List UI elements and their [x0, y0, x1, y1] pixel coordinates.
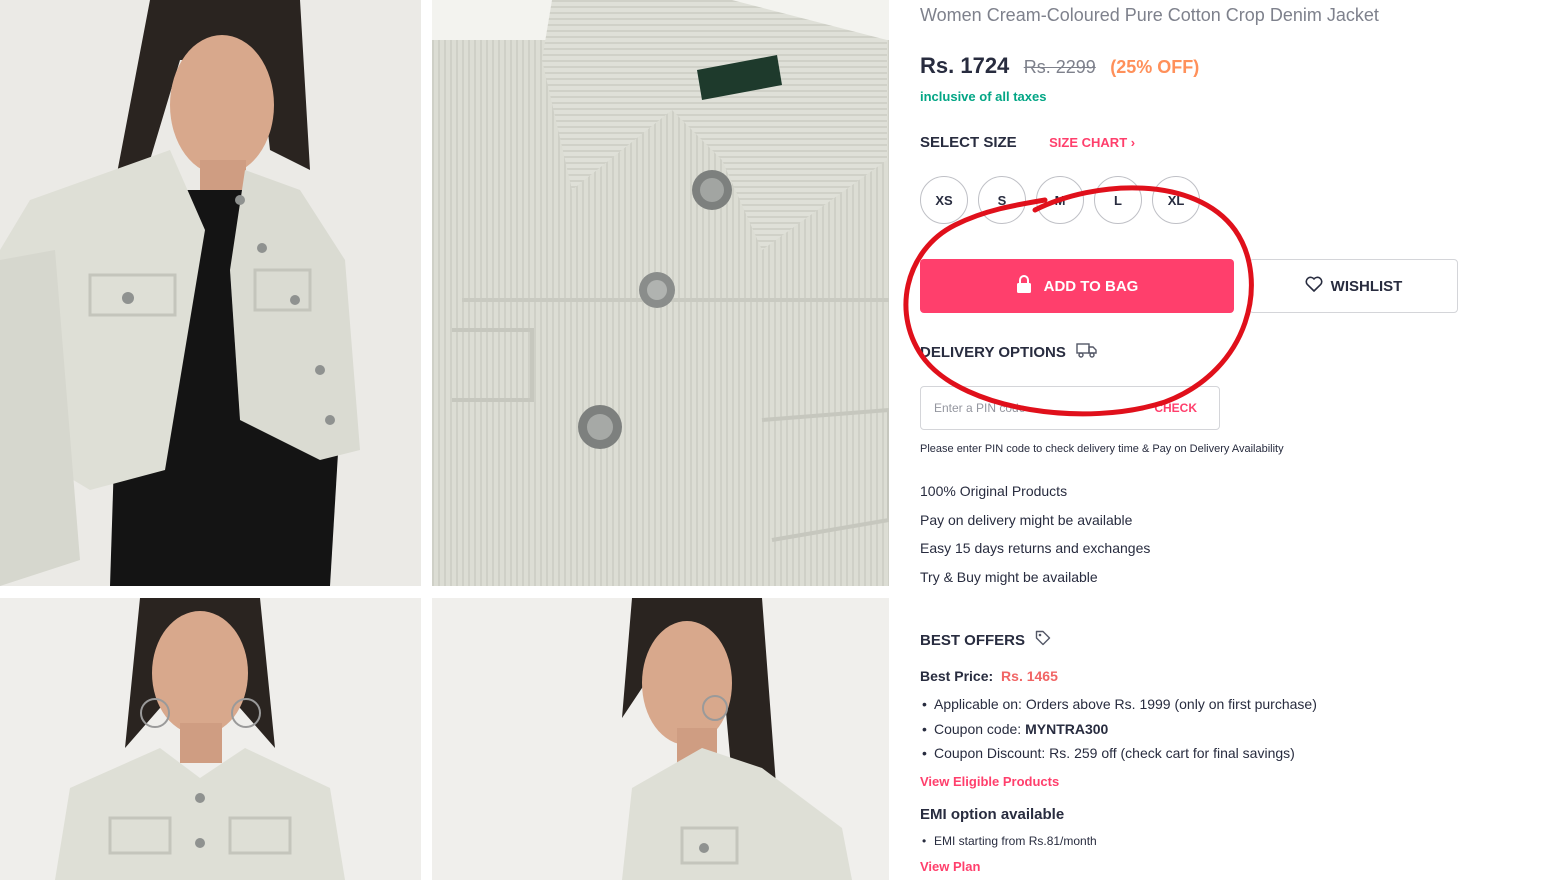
product-image-model-front[interactable] [0, 0, 421, 586]
select-size-label: SELECT SIZE [920, 134, 1017, 151]
size-button-l[interactable]: L [1094, 176, 1142, 224]
tax-note: inclusive of all taxes [920, 89, 1047, 104]
offer-coupon-discount: Coupon Discount: Rs. 259 off (check cart… [920, 744, 1317, 769]
chevron-right-icon: › [1130, 135, 1136, 150]
size-button-xs[interactable]: XS [920, 176, 968, 224]
pincode-input[interactable] [934, 401, 1134, 415]
mrp-price: Rs. 2299 [1023, 57, 1096, 77]
product-page: Women Cream-Coloured Pure Cotton Crop De… [0, 0, 1566, 880]
truck-icon [1076, 342, 1098, 363]
coupon-code: MYNTRA300 [1025, 720, 1109, 737]
offer-coupon: Coupon code: MYNTRA300 [920, 720, 1317, 745]
add-to-bag-label: ADD TO BAG [1043, 277, 1139, 295]
lock-icon [1016, 275, 1032, 297]
offer-details: Applicable on: Orders above Rs. 1999 (on… [920, 695, 1317, 769]
check-pincode-button[interactable]: CHECK [1154, 401, 1197, 415]
feature-item: 100% Original Products [920, 483, 1068, 499]
heart-icon [1305, 276, 1323, 296]
emi-detail: EMI starting from Rs.81/month [920, 834, 1097, 848]
size-chart-label: SIZE CHART [1049, 135, 1128, 150]
size-button-xl[interactable]: XL [1152, 176, 1200, 224]
size-chart-link[interactable]: SIZE CHART › [1049, 135, 1135, 150]
feature-item: Easy 15 days returns and exchanges [920, 540, 1151, 556]
discount-percent: (25% OFF) [1110, 57, 1200, 77]
tag-icon [1035, 630, 1051, 651]
view-plan-link[interactable]: View Plan [920, 859, 980, 874]
best-price-value: Rs. 1465 [1001, 668, 1058, 684]
product-title: Women Cream-Coloured Pure Cotton Crop De… [920, 5, 1379, 25]
pincode-box: CHECK [920, 386, 1220, 430]
feature-item: Pay on delivery might be available [920, 511, 1133, 528]
product-image-model-side[interactable] [432, 598, 889, 880]
best-price: Best Price: Rs. 1465 [920, 668, 1058, 684]
best-offers-label: BEST OFFERS [920, 632, 1026, 649]
view-eligible-products-link[interactable]: View Eligible Products [920, 774, 1059, 789]
price-row: Rs. 1724 Rs. 2299 (25% OFF) [920, 53, 1199, 79]
feature-list: 100% Original Products Pay on delivery m… [920, 481, 1150, 595]
selling-price: Rs. 1724 [920, 53, 1010, 78]
best-price-label: Best Price: [920, 668, 994, 684]
wishlist-button[interactable]: WISHLIST [1249, 259, 1458, 313]
wishlist-label: WISHLIST [1330, 277, 1403, 295]
size-button-s[interactable]: S [978, 176, 1026, 224]
delivery-options-header: DELIVERY OPTIONS [920, 342, 1098, 363]
feature-item: Try & Buy might be available [920, 568, 1098, 585]
pincode-note: Please enter PIN code to check delivery … [920, 443, 1284, 455]
product-image-model-front-2[interactable] [0, 598, 421, 880]
delivery-options-label: DELIVERY OPTIONS [920, 344, 1066, 361]
emi-details: EMI starting from Rs.81/month [920, 834, 1097, 848]
add-to-bag-button[interactable]: ADD TO BAG [920, 259, 1234, 313]
best-offers-header: BEST OFFERS [920, 630, 1051, 651]
offer-applicable: Applicable on: Orders above Rs. 1999 (on… [920, 695, 1317, 720]
emi-header: EMI option available [920, 806, 1065, 823]
coupon-code-label: Coupon code: [934, 720, 1022, 737]
size-header: SELECT SIZE SIZE CHART › [920, 134, 1135, 152]
product-image-collar-closeup[interactable] [432, 0, 889, 586]
size-options: XS S M L XL [920, 176, 1200, 224]
size-button-m[interactable]: M [1036, 176, 1084, 224]
